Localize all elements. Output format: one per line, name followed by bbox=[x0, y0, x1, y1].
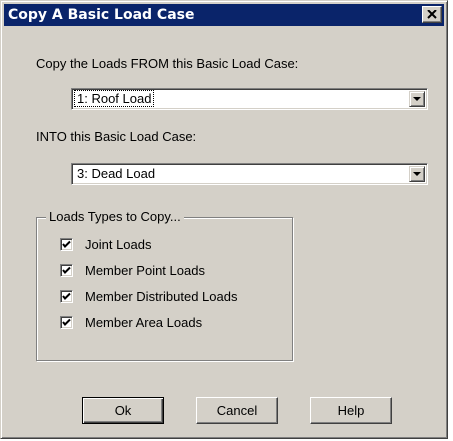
cancel-button[interactable]: Cancel bbox=[196, 397, 278, 424]
load-types-group-label: Loads Types to Copy... bbox=[46, 209, 184, 224]
checkmark-icon bbox=[62, 240, 71, 248]
member-point-loads-checkbox[interactable] bbox=[60, 264, 73, 277]
from-load-case-select[interactable]: 1: Roof Load bbox=[71, 88, 428, 110]
into-load-case-select[interactable]: 3: Dead Load bbox=[71, 163, 428, 185]
into-load-case-value: 3: Dead Load bbox=[77, 166, 156, 181]
into-label: INTO this Basic Load Case: bbox=[36, 129, 197, 144]
member-area-loads-label: Member Area Loads bbox=[85, 315, 203, 330]
from-dropdown-button[interactable] bbox=[409, 91, 425, 107]
ok-button[interactable]: Ok bbox=[82, 397, 164, 424]
copy-load-case-dialog: Copy A Basic Load Case Copy the Loads FR… bbox=[0, 0, 448, 439]
close-button[interactable] bbox=[422, 6, 442, 23]
member-area-loads-checkbox[interactable] bbox=[60, 316, 73, 329]
member-distributed-loads-label: Member Distributed Loads bbox=[85, 289, 238, 304]
help-button[interactable]: Help bbox=[310, 397, 392, 424]
checkmark-icon bbox=[62, 266, 71, 274]
member-point-loads-label: Member Point Loads bbox=[85, 263, 205, 278]
checkmark-icon bbox=[62, 292, 71, 300]
into-dropdown-button[interactable] bbox=[409, 166, 425, 182]
close-icon bbox=[427, 10, 437, 19]
joint-loads-checkbox[interactable] bbox=[60, 238, 73, 251]
joint-loads-label: Joint Loads bbox=[85, 237, 152, 252]
chevron-down-icon bbox=[413, 172, 421, 176]
from-load-case-value: 1: Roof Load bbox=[73, 90, 155, 107]
title-bar[interactable]: Copy A Basic Load Case bbox=[4, 4, 444, 26]
checkmark-icon bbox=[62, 318, 71, 326]
member-distributed-loads-checkbox[interactable] bbox=[60, 290, 73, 303]
from-label: Copy the Loads FROM this Basic Load Case… bbox=[36, 56, 299, 71]
dialog-title: Copy A Basic Load Case bbox=[8, 7, 195, 23]
chevron-down-icon bbox=[413, 97, 421, 101]
